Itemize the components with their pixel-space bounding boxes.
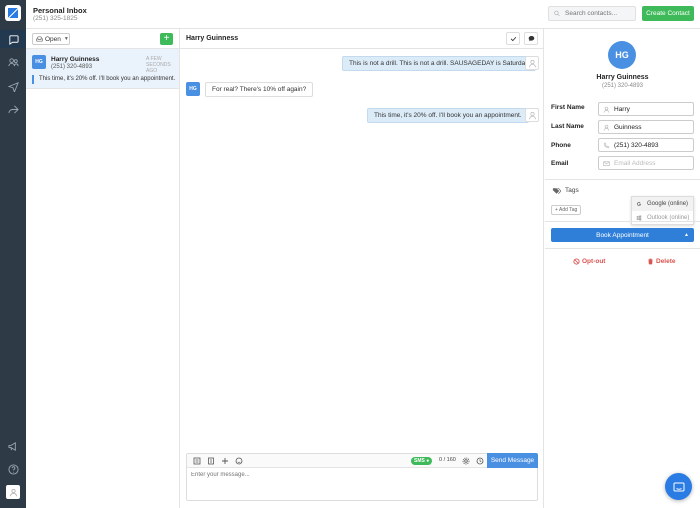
conversation-avatar: HG bbox=[32, 55, 46, 69]
user-placeholder-icon bbox=[525, 108, 539, 122]
conversation-phone: (251) 320-4893 bbox=[51, 64, 93, 70]
email-field[interactable] bbox=[598, 156, 694, 170]
contact-name: Harry Guinness bbox=[596, 74, 649, 81]
email-input[interactable] bbox=[614, 159, 690, 167]
templates-icon[interactable] bbox=[193, 457, 201, 465]
chat-title: Harry Guinness bbox=[186, 35, 239, 42]
plus-icon[interactable] bbox=[221, 457, 229, 465]
inbox-tray-icon bbox=[36, 36, 43, 42]
checkmark-icon bbox=[510, 36, 516, 42]
divider bbox=[545, 248, 700, 249]
channel-label: SMS bbox=[414, 458, 425, 464]
chat-panel: Harry Guinness This is not a drill. This… bbox=[180, 29, 544, 508]
search-box[interactable] bbox=[548, 6, 636, 21]
attachment-icon[interactable] bbox=[207, 457, 215, 465]
inbox-title[interactable]: Personal Inbox bbox=[33, 6, 87, 15]
search-icon bbox=[554, 10, 560, 17]
forward-icon[interactable] bbox=[0, 100, 26, 118]
conversation-time: A FEW SECONDS AGO bbox=[146, 56, 171, 74]
send-message-button[interactable]: Send Message bbox=[487, 453, 538, 468]
envelope-icon bbox=[603, 160, 610, 166]
tags-label: Tags bbox=[565, 187, 579, 194]
message-incoming: For real? There's 10% off again? bbox=[205, 82, 314, 97]
conversation-snippet: This time, it's 20% off. I'll book you a… bbox=[32, 75, 175, 84]
first-name-input[interactable] bbox=[614, 105, 690, 113]
message-avatar: HG bbox=[186, 82, 200, 96]
conversation-list-panel: Open ▼ + HG Harry Guinness (251) 320-489… bbox=[26, 29, 180, 508]
first-name-label: First Name bbox=[551, 104, 585, 111]
contact-panel: HG Harry Guinness (251) 320-4893 First N… bbox=[545, 29, 700, 508]
chat-widget-icon bbox=[673, 482, 684, 491]
last-name-label: Last Name bbox=[551, 123, 584, 130]
book-appointment-button[interactable]: Book Appointment ▲ bbox=[551, 228, 694, 242]
support-chat-button[interactable] bbox=[665, 473, 692, 500]
app-logo[interactable] bbox=[5, 5, 21, 21]
calendar-option-google[interactable]: Google (online) bbox=[632, 197, 693, 211]
calendar-option-outlook[interactable]: Outlook (online) bbox=[632, 211, 693, 225]
conversation-list-header: Open ▼ + bbox=[26, 29, 179, 49]
ban-icon bbox=[573, 258, 580, 265]
add-tag-button[interactable]: + Add Tag bbox=[551, 205, 582, 215]
composer-toolbar: SMS ● 0 / 160 Send Message bbox=[187, 453, 538, 468]
calendar-option-label: Google (online) bbox=[647, 201, 689, 207]
status-filter-label: Open bbox=[45, 35, 61, 43]
delete-label: Delete bbox=[656, 258, 676, 265]
opt-out-button[interactable]: Opt-out bbox=[573, 258, 605, 265]
message-composer: SMS ● 0 / 160 Send Message bbox=[186, 453, 538, 501]
divider bbox=[545, 179, 700, 180]
clock-icon[interactable] bbox=[476, 457, 484, 465]
message-outgoing: This time, it's 20% off. I'll book you a… bbox=[367, 108, 529, 123]
email-label: Email bbox=[551, 160, 569, 167]
char-counter: 0 / 160 bbox=[439, 457, 456, 463]
top-bar: Personal Inbox (251) 325-1825 Create Con… bbox=[26, 0, 700, 29]
book-appointment-label: Book Appointment bbox=[596, 231, 649, 239]
caret-up-icon[interactable]: ▲ bbox=[684, 232, 689, 238]
new-conversation-button[interactable]: + bbox=[160, 33, 173, 45]
opt-out-label: Opt-out bbox=[582, 258, 606, 265]
create-contact-button[interactable]: Create Contact bbox=[642, 6, 694, 21]
person-icon bbox=[603, 106, 610, 113]
status-filter-dropdown[interactable]: Open ▼ bbox=[32, 33, 70, 45]
emoji-icon[interactable] bbox=[235, 457, 243, 465]
conversation-name: Harry Guinness bbox=[51, 56, 100, 63]
send-icon[interactable] bbox=[0, 77, 26, 95]
app-sidebar bbox=[0, 0, 26, 508]
contact-phone: (251) 320-4893 bbox=[601, 83, 644, 89]
notes-button[interactable] bbox=[524, 32, 538, 45]
phone-label: Phone bbox=[551, 142, 571, 149]
last-name-field[interactable] bbox=[598, 120, 694, 134]
chevron-down-icon: ▼ bbox=[63, 36, 69, 42]
divider bbox=[545, 221, 700, 222]
chat-bubble-icon[interactable] bbox=[0, 30, 26, 48]
megaphone-icon[interactable] bbox=[0, 437, 26, 455]
phone-icon bbox=[603, 142, 610, 148]
trash-icon bbox=[648, 258, 653, 265]
contacts-icon[interactable] bbox=[0, 53, 26, 71]
contact-avatar: HG bbox=[608, 41, 636, 69]
phone-input[interactable] bbox=[614, 141, 690, 149]
message-outgoing: This is not a drill. This is not a drill… bbox=[342, 56, 536, 71]
phone-field[interactable] bbox=[598, 138, 694, 152]
gear-icon[interactable] bbox=[462, 457, 470, 465]
message-input[interactable] bbox=[191, 472, 491, 478]
help-icon[interactable] bbox=[0, 460, 26, 478]
user-avatar-icon[interactable] bbox=[6, 485, 20, 499]
last-name-input[interactable] bbox=[614, 123, 690, 131]
search-input[interactable] bbox=[565, 10, 635, 17]
resolve-button[interactable] bbox=[506, 32, 520, 45]
google-icon bbox=[636, 201, 642, 206]
first-name-field[interactable] bbox=[598, 102, 694, 116]
channel-toggle[interactable]: SMS ● bbox=[411, 457, 433, 465]
chat-header: Harry Guinness bbox=[180, 29, 543, 49]
inbox-phone: (251) 325-1825 bbox=[33, 15, 78, 22]
delete-button[interactable]: Delete bbox=[647, 258, 676, 265]
user-placeholder-icon bbox=[525, 56, 539, 70]
comment-icon bbox=[528, 36, 534, 42]
person-icon bbox=[603, 124, 610, 131]
tags-icon bbox=[552, 187, 561, 194]
